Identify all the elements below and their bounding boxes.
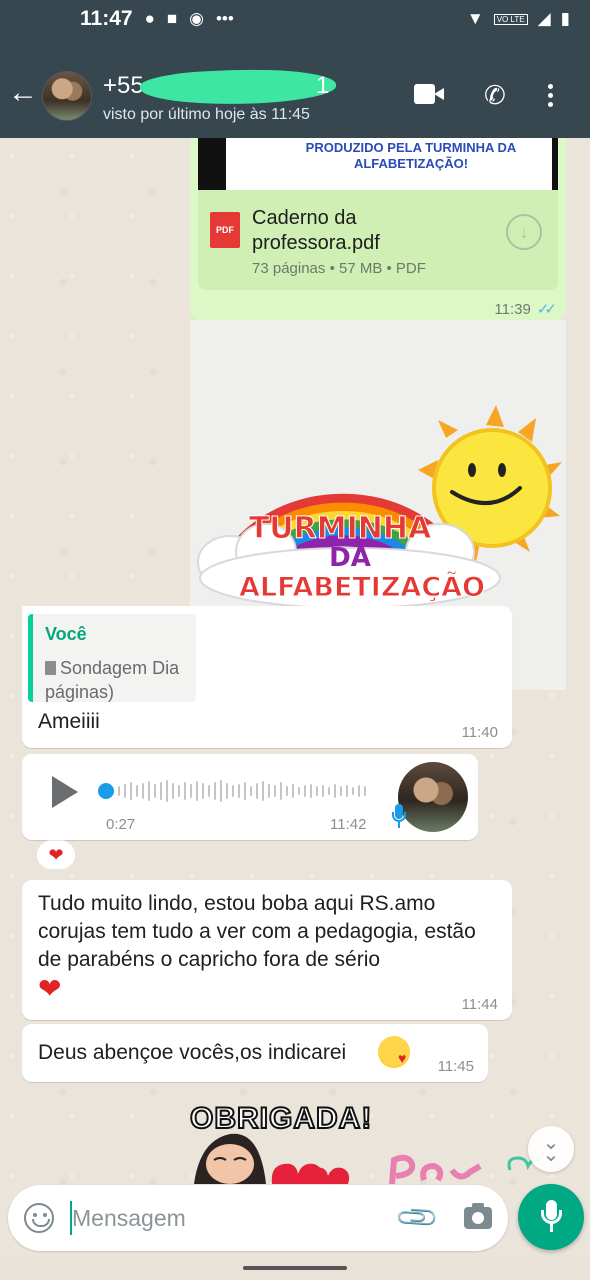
message-time: 11:40 <box>461 724 498 741</box>
obrigada-sticker[interactable]: OBRIGADA! <box>180 1100 540 1184</box>
sticker-girl-graphic <box>194 1133 266 1184</box>
message-input[interactable] <box>72 1197 372 1239</box>
chat-notification-icon: ● <box>144 9 155 28</box>
video-call-icon[interactable] <box>414 84 444 104</box>
heart-emoji: ❤ <box>38 973 62 1004</box>
audio-waveform[interactable] <box>118 778 368 804</box>
incoming-text-message[interactable]: Tudo muito lindo, estou boba aqui RS.amo… <box>22 880 512 1020</box>
incoming-text-message[interactable]: Deus abençoe vocês,os indicarei 11:45 <box>22 1024 488 1082</box>
back-arrow-icon[interactable]: ← <box>8 78 38 108</box>
message-composer[interactable]: 📎 <box>8 1185 508 1251</box>
quote-text-line-2: páginas) <box>45 682 115 702</box>
last-seen-status: visto por último hoje às 11:45 <box>103 106 310 123</box>
quote-text: Sondagem Dia páginas) <box>45 656 179 702</box>
microphone-icon[interactable] <box>518 1184 584 1250</box>
navigation-bar <box>0 1258 590 1280</box>
contact-avatar[interactable] <box>42 71 92 121</box>
sticker-line-1: TURMINHA <box>249 511 432 546</box>
status-right-icons: ▼ VO LTE ◢ ▮ <box>467 9 570 29</box>
incoming-audio-message[interactable]: 0:27 11:42 <box>22 754 478 840</box>
sender-avatar <box>398 762 468 832</box>
quoted-message[interactable]: Você Sondagem Dia páginas) <box>28 614 196 702</box>
redaction-mark <box>139 66 337 108</box>
more-notifications-icon: ••• <box>215 9 234 28</box>
document-icon <box>45 661 56 675</box>
wifi-icon: ▼ <box>466 9 484 28</box>
contact-name-prefix[interactable]: +55 <box>103 72 144 100</box>
contact-name-suffix[interactable]: 1 <box>316 72 329 100</box>
message-time: 11:42 <box>330 816 367 833</box>
download-icon[interactable]: ↓ <box>506 214 542 250</box>
camera-icon[interactable] <box>464 1203 492 1229</box>
paperclip-icon[interactable]: 📎 <box>393 1194 441 1242</box>
battery-icon: ▮ <box>560 9 570 28</box>
sticker-lettering-graphic <box>389 1154 482 1184</box>
facebook-icon: ■ <box>166 9 178 28</box>
message-time: 11:44 <box>461 996 498 1013</box>
quote-author: Você <box>45 624 87 644</box>
home-gesture-handle[interactable] <box>243 1266 347 1270</box>
status-bar: 11:47 ● ■ ◉ ••• ▼ VO LTE ◢ ▮ <box>0 0 590 38</box>
sticker-hearts-graphic <box>271 1163 350 1184</box>
sticker-line-2: DA <box>329 543 371 573</box>
phone-icon[interactable]: ✆ <box>484 80 506 111</box>
double-chevron-down-icon[interactable]: ⌄ ⌄ <box>528 1126 574 1172</box>
message-text: Tudo muito lindo, estou boba aqui RS.amo… <box>38 892 476 971</box>
message-text: Deus abençoe vocês,os indicarei <box>38 1041 347 1064</box>
microphone-icon <box>392 804 406 830</box>
incoming-reply-message[interactable]: Você Sondagem Dia páginas) Ameiiii 11:40 <box>22 606 512 748</box>
audio-duration: 0:27 <box>106 816 136 833</box>
more-vert-icon[interactable] <box>548 84 556 111</box>
signal-icon: ◢ <box>537 9 551 28</box>
pdf-file-icon: PDF <box>210 212 240 248</box>
read-ticks-icon: ✓✓ <box>536 301 557 318</box>
document-name: Caderno da professora.pdf <box>252 207 380 254</box>
message-text: Ameiiii <box>38 710 100 733</box>
message-time: 11:45 <box>437 1058 474 1075</box>
volte-badge: VO LTE <box>493 13 528 25</box>
message-timestamp: 11:39 <box>494 301 531 318</box>
outgoing-document-message[interactable]: PRODUZIDO PELA TURMINHA DA ALFABETIZAÇÃO… <box>190 138 566 320</box>
chat-header: ← +55 1 visto por último hoje às 11:45 ✆ <box>0 38 590 138</box>
quote-text-line-1: Sondagem Dia <box>60 658 180 678</box>
audio-seek-handle[interactable] <box>98 783 114 799</box>
sticker-line-3: ALFABETIZAÇÃO <box>239 571 485 603</box>
document-meta: 73 páginas • 57 MB • PDF <box>252 260 426 277</box>
document-preview-text: PRODUZIDO PELA TURMINHA DA ALFABETIZAÇÃO… <box>305 140 517 171</box>
message-time: 11:39 ✓✓ <box>494 300 557 318</box>
document-preview[interactable]: PRODUZIDO PELA TURMINHA DA ALFABETIZAÇÃO… <box>198 138 558 190</box>
emoji-icon[interactable] <box>24 1203 54 1233</box>
heart-reaction[interactable]: ❤ <box>36 840 76 870</box>
status-time: 11:47 <box>80 7 133 30</box>
document-card[interactable]: PDF Caderno da professora.pdf 73 páginas… <box>198 190 558 290</box>
kiss-emoji-icon <box>378 1036 410 1068</box>
fire-icon: ◉ <box>189 9 204 28</box>
play-icon[interactable] <box>52 776 78 808</box>
